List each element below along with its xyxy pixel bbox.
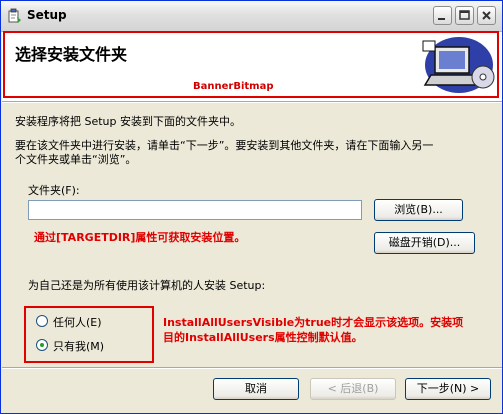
minimize-button[interactable] (433, 6, 452, 25)
folder-input[interactable] (28, 200, 362, 220)
maximize-button[interactable] (455, 6, 474, 25)
window-title: Setup (27, 8, 67, 22)
intro-text: 安装程序将把 Setup 安装到下面的文件夹中。 (15, 115, 242, 128)
radio-just-me[interactable] (36, 339, 48, 351)
banner-title: 选择安装文件夹 (15, 45, 128, 64)
back-button[interactable]: < 后退(B) (310, 378, 396, 400)
targetdir-note: 通过[TARGETDIR]属性可获取安装位置。 (34, 231, 246, 244)
disk-cost-button[interactable]: 磁盘开销(D)... (374, 232, 475, 254)
installer-icon (8, 8, 21, 23)
radio-just-me-label[interactable]: 只有我(M) (53, 338, 104, 354)
cancel-button[interactable]: 取消 (213, 378, 299, 400)
banner-separator (2, 101, 502, 103)
folder-label: 文件夹(F): (28, 184, 80, 197)
radio-everyone-label[interactable]: 任何人(E) (53, 314, 102, 330)
radio-everyone[interactable] (36, 315, 48, 327)
instructions-text-line2: 个文件夹或单击“浏览”。 (15, 153, 137, 166)
browse-button[interactable]: 浏览(B)... (374, 199, 463, 221)
maximize-icon (459, 10, 470, 20)
minimize-icon (438, 18, 445, 20)
install-for-question: 为自己还是为所有使用该计算机的人安装 Setup: (28, 279, 266, 292)
close-icon (482, 11, 491, 20)
close-button[interactable] (477, 6, 496, 25)
banner-bitmap-label: BannerBitmap (193, 81, 274, 92)
title-bar[interactable]: Setup (1, 1, 502, 32)
next-button[interactable]: 下一步(N) > (405, 378, 491, 400)
visibility-note-line1: InstallAllUsersVisible为true时才会显示该选项。安装项 (163, 316, 464, 329)
computer-setup-image (422, 37, 495, 93)
footer-separator (2, 367, 502, 369)
setup-window: Setup 选择安装文件夹 BannerBitmap 安装程序将把 Setup … (0, 0, 503, 414)
visibility-note-line2: 目的InstallAllUsers属性控制默认值。 (163, 331, 363, 344)
radio-selected-dot (40, 343, 44, 347)
